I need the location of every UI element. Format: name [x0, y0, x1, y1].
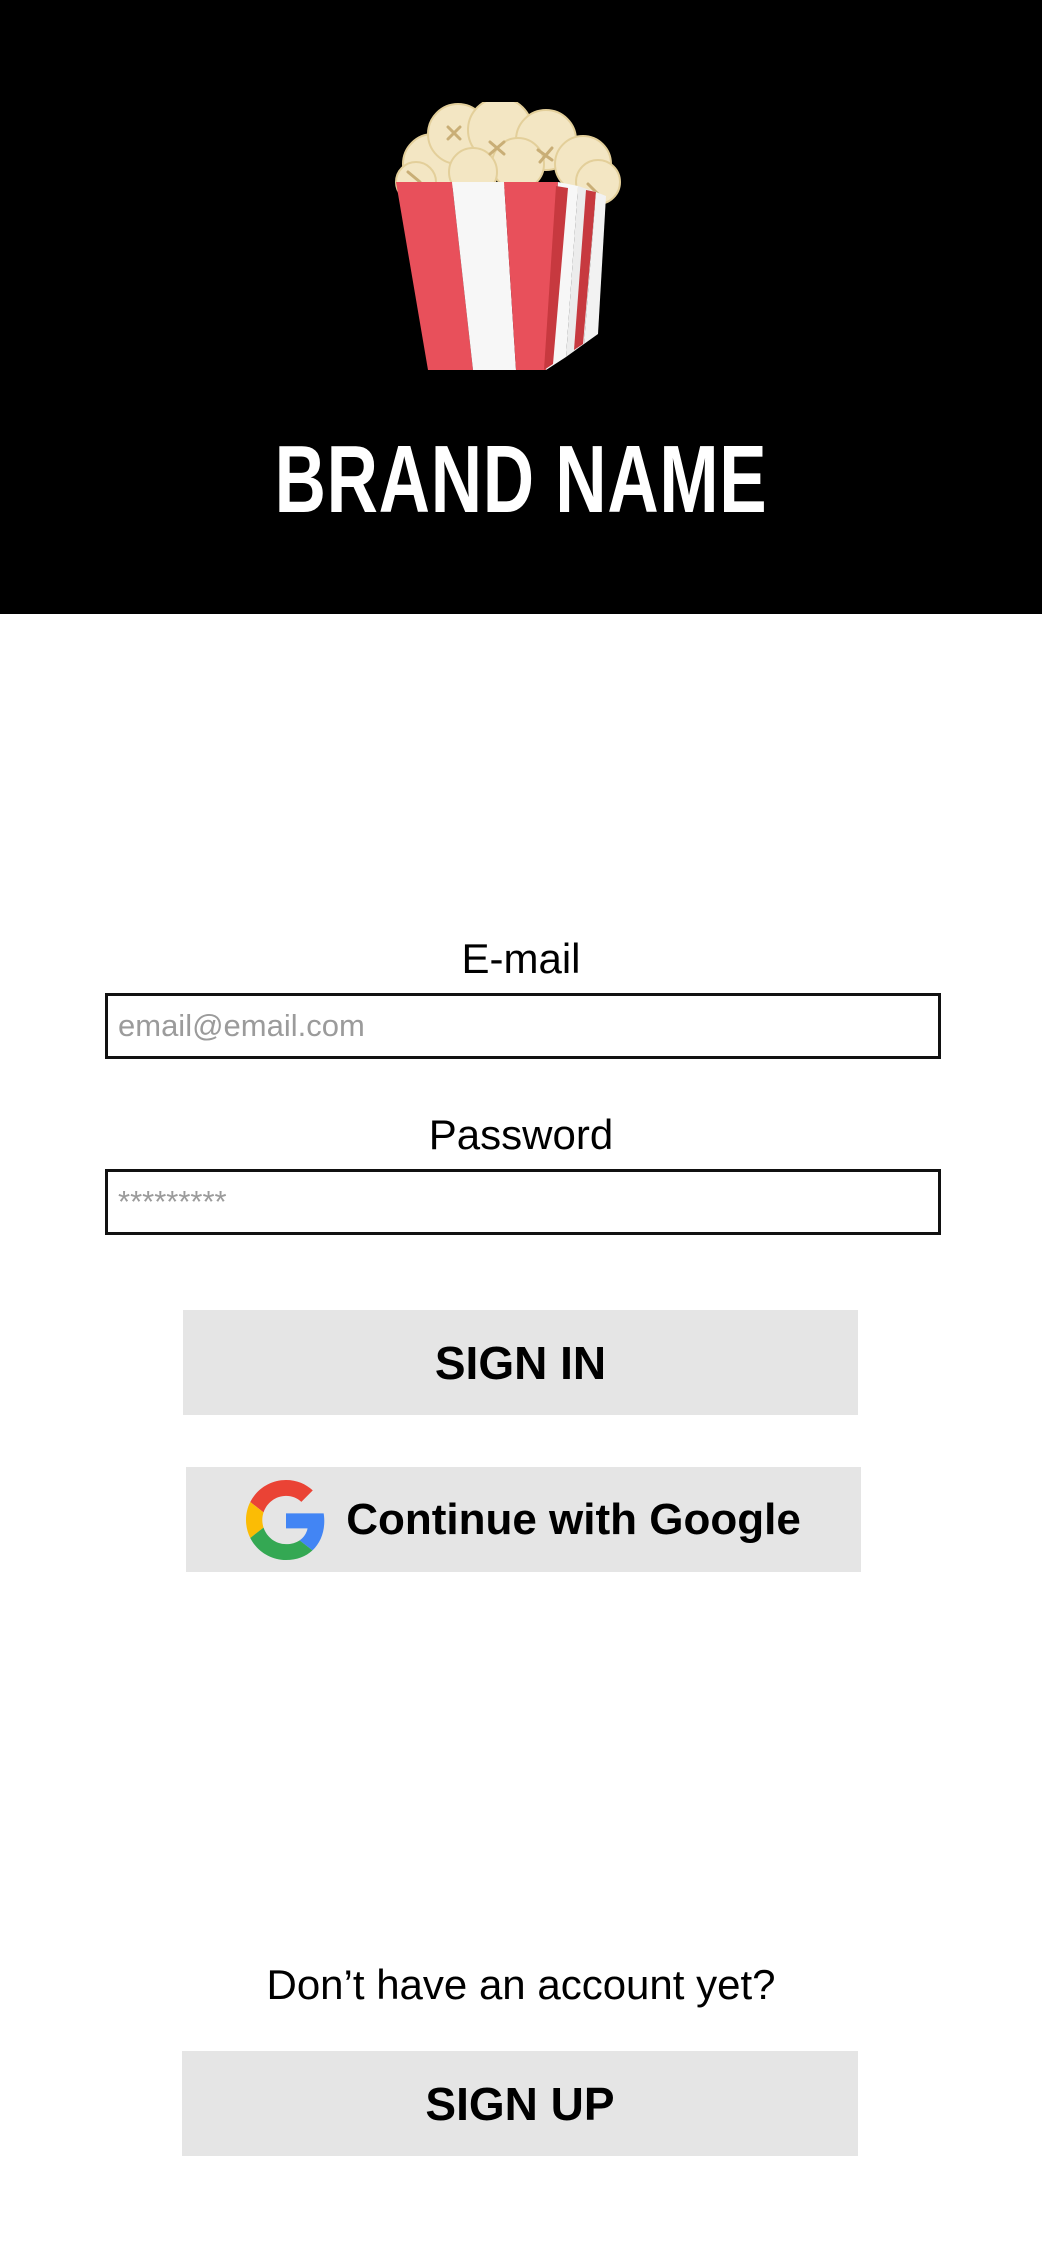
- brand-header: BRAND NAME: [0, 0, 1042, 614]
- signup-prompt: Don’t have an account yet?: [266, 1961, 776, 2008]
- sign-up-label: SIGN UP: [425, 2077, 615, 2130]
- login-screen: BRAND NAME E-mail Password SIGN IN Conti…: [0, 0, 1042, 2256]
- google-g-icon: [246, 1479, 325, 1560]
- continue-with-google-button[interactable]: Continue with Google: [186, 1467, 861, 1572]
- sign-up-button[interactable]: SIGN UP: [182, 2051, 858, 2156]
- password-label: Password: [428, 1111, 614, 1158]
- google-button-label: Continue with Google: [346, 1494, 801, 1544]
- brand-name: BRAND NAME: [274, 426, 768, 533]
- popcorn-bucket-icon: [395, 102, 621, 370]
- sign-in-label: SIGN IN: [434, 1336, 607, 1389]
- password-field[interactable]: [105, 1169, 941, 1235]
- email-field[interactable]: [105, 993, 941, 1059]
- email-label: E-mail: [461, 935, 581, 982]
- sign-in-button[interactable]: SIGN IN: [183, 1310, 858, 1415]
